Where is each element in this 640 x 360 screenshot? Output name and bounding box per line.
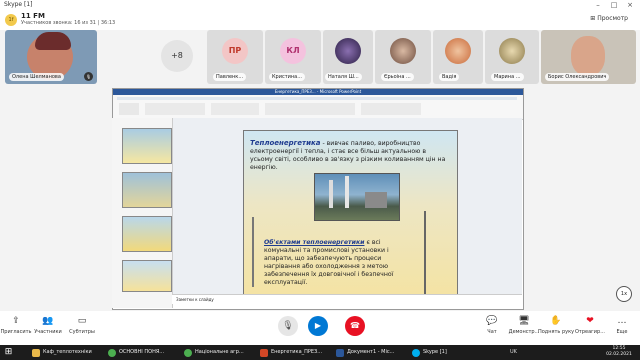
skype-icon xyxy=(412,349,420,357)
participant-hair xyxy=(35,32,71,50)
participant-name: Єрьоіна ... xyxy=(381,73,414,81)
taskbar-item[interactable]: ОСНОВНІ ПОНЯ... xyxy=(106,346,191,359)
window-titlebar: Skype [1] – □ × xyxy=(0,0,640,10)
participant-tile[interactable]: ПР Павленк... xyxy=(207,30,263,84)
participant-name: Борис Олександрович xyxy=(545,73,610,81)
avatar: КЛ xyxy=(280,38,306,64)
participant-name: Марина ... xyxy=(491,73,524,81)
mute-button[interactable]: 🎙 xyxy=(278,316,298,336)
chrome-icon xyxy=(108,349,116,357)
current-slide: Теплоенергетика - вивчає паливо, виробни… xyxy=(243,130,458,296)
mic-off-icon: 🎙 xyxy=(282,321,294,331)
slide-thumbnail[interactable] xyxy=(122,216,172,252)
participant-tile[interactable]: Єрьоіна ... xyxy=(375,30,431,84)
drawing-group xyxy=(361,103,421,115)
group-badge: 1f xyxy=(5,14,17,26)
powerpoint-icon xyxy=(260,349,268,357)
plant-building xyxy=(365,192,387,208)
participant-tile[interactable]: Наталя Ш... xyxy=(323,30,373,84)
camera-icon: ▶ xyxy=(314,321,322,330)
participant-name: Павленк... xyxy=(213,73,247,81)
avatar: ПР xyxy=(222,38,248,64)
avatar xyxy=(390,38,416,64)
power-plant-image xyxy=(314,173,400,221)
street-lamp xyxy=(252,217,254,287)
chimney xyxy=(345,176,349,208)
subtitles-icon: ▭ xyxy=(77,316,87,326)
window-title: Skype [1] xyxy=(4,1,33,8)
more-button[interactable]: … Еще xyxy=(602,316,640,335)
participant-name: Наталя Ш... xyxy=(325,73,362,81)
slide-text-2: є всі комунальні та промислові установки… xyxy=(264,239,394,286)
clock-date: 02.02.2021 xyxy=(606,352,632,357)
avatar xyxy=(335,38,361,64)
ribbon-tabs xyxy=(117,97,517,100)
taskbar-item[interactable]: Skype [1] xyxy=(410,346,473,359)
word-icon xyxy=(336,349,344,357)
zoom-level[interactable]: 1x xyxy=(616,286,632,302)
slides-group xyxy=(145,103,205,115)
participant-tile-main[interactable]: Олена Шелманова 🎙 xyxy=(5,30,97,84)
taskbar-item[interactable]: Документ1 - Mic... xyxy=(334,346,419,359)
slide-paragraph-2: Об'єктами теплоенергетики є всі комуналь… xyxy=(264,239,414,287)
participant-video xyxy=(571,36,605,76)
keyboard-language[interactable]: UK xyxy=(510,347,517,358)
end-call-button[interactable]: ☎ xyxy=(345,316,365,336)
font-group xyxy=(211,103,259,115)
participant-tile[interactable]: Вадія xyxy=(433,30,483,84)
slide-paragraph-1: Теплоенергетика - вивчає паливо, виробни… xyxy=(250,139,450,172)
folder-icon xyxy=(32,349,40,357)
chimney xyxy=(329,180,333,208)
participant-name: Кристина... xyxy=(269,73,305,81)
ppt-ribbon xyxy=(113,95,523,120)
slide-thumbnail[interactable] xyxy=(122,128,172,164)
paragraph-group xyxy=(265,103,355,115)
taskbar-item[interactable]: Енергетика_ПРЕЗ... xyxy=(258,346,343,359)
subtitles-button[interactable]: ▭ Субтитры xyxy=(62,316,102,335)
slide-notes[interactable]: Заметки к слайду xyxy=(172,294,522,304)
maximize-icon[interactable]: □ xyxy=(608,0,620,10)
mic-icon: 🎙 xyxy=(84,72,93,81)
slide-thumbnail[interactable] xyxy=(122,172,172,208)
chrome-icon xyxy=(184,349,192,357)
participant-name: Олена Шелманова xyxy=(9,73,64,81)
avatar xyxy=(445,38,471,64)
video-button[interactable]: ▶ xyxy=(308,316,328,336)
paste-button[interactable] xyxy=(119,103,139,115)
more-participants-button[interactable]: +8 xyxy=(161,40,193,72)
slide-heading: Теплоенергетика xyxy=(250,139,321,147)
taskbar-item[interactable]: Національне агр... xyxy=(182,346,267,359)
power-line-pole xyxy=(424,211,426,295)
close-icon[interactable]: × xyxy=(624,0,636,10)
participant-tile[interactable]: КЛ Кристина... xyxy=(265,30,321,84)
more-icon: … xyxy=(617,316,627,326)
hangup-icon: ☎ xyxy=(350,321,360,330)
taskbar-item[interactable]: Каф_теплотехніки xyxy=(30,346,115,359)
participant-tile[interactable]: Борис Олександрович xyxy=(541,30,636,84)
slide-heading-2: Об'єктами теплоенергетики xyxy=(264,239,365,246)
system-clock[interactable]: 12:55 02.02.2021 xyxy=(600,346,638,358)
slide-thumbnail[interactable] xyxy=(122,260,172,292)
participant-name: Вадія xyxy=(439,73,460,81)
view-button[interactable]: ⊞ Просмотр xyxy=(590,15,628,22)
participant-tile[interactable]: Марина ... xyxy=(485,30,539,84)
minimize-icon[interactable]: – xyxy=(592,0,604,10)
call-participant-count: Участников звонка: 16 из 31 | 36:13 xyxy=(21,20,116,26)
avatar xyxy=(499,38,525,64)
call-title: 11 FM xyxy=(21,12,45,20)
start-icon[interactable]: ⊞ xyxy=(3,347,14,358)
